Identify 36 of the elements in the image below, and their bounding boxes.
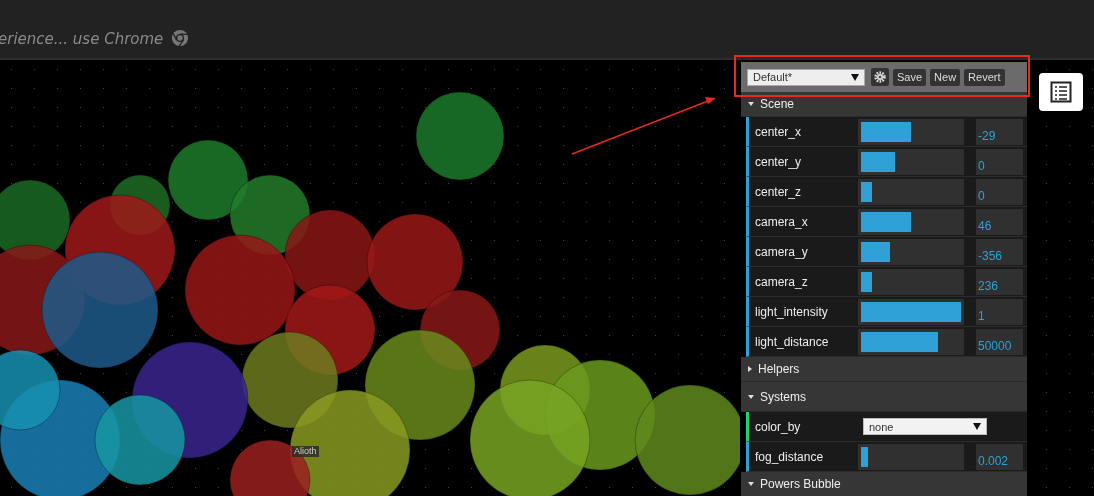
number-field[interactable]: -29 [976, 118, 1023, 145]
control-label: light_intensity [755, 304, 829, 319]
dropdown-arrow-icon [973, 423, 981, 430]
control-label: camera_y [755, 244, 809, 259]
preset-dropdown[interactable]: Default* [747, 68, 865, 86]
list-icon [1050, 81, 1072, 103]
star-label: Alioth [292, 446, 319, 457]
preset-button[interactable]: New [930, 68, 961, 86]
number-field[interactable]: 0 [976, 148, 1023, 175]
control-label: camera_z [755, 274, 809, 289]
control-label: camera_x [755, 214, 809, 229]
number-field[interactable]: 0.002 [976, 443, 1023, 470]
control-label: light_distance [755, 334, 830, 349]
number-field[interactable]: 236 [976, 268, 1023, 295]
preset-button[interactable]: Save [893, 68, 927, 86]
folder-header[interactable]: Systems [741, 382, 1027, 412]
control-label: color_by [755, 419, 802, 434]
control-label: center_x [755, 124, 803, 139]
number-field[interactable]: 46 [976, 208, 1023, 235]
dropdown-arrow-icon [851, 73, 859, 81]
preset-button[interactable]: Revert [964, 68, 1005, 86]
folder-header[interactable]: Scene [741, 92, 1027, 117]
number-field[interactable]: 1 [976, 298, 1023, 325]
number-field[interactable]: 50000 [976, 328, 1023, 355]
number-field[interactable]: 0 [976, 178, 1023, 205]
control-label: center_z [755, 184, 803, 199]
folder-header[interactable]: Helpers [741, 357, 1027, 382]
folder-header[interactable]: Powers Bubble [741, 472, 1027, 496]
settings-button[interactable] [871, 68, 889, 86]
number-field[interactable]: -356 [976, 238, 1023, 265]
chrome-logo-icon [171, 29, 190, 47]
settings-icon [874, 71, 886, 83]
control-label: center_y [755, 154, 803, 169]
list-button[interactable] [1039, 73, 1083, 111]
dropdown[interactable]: none [863, 418, 987, 435]
control-label: fog_distance [755, 449, 825, 464]
